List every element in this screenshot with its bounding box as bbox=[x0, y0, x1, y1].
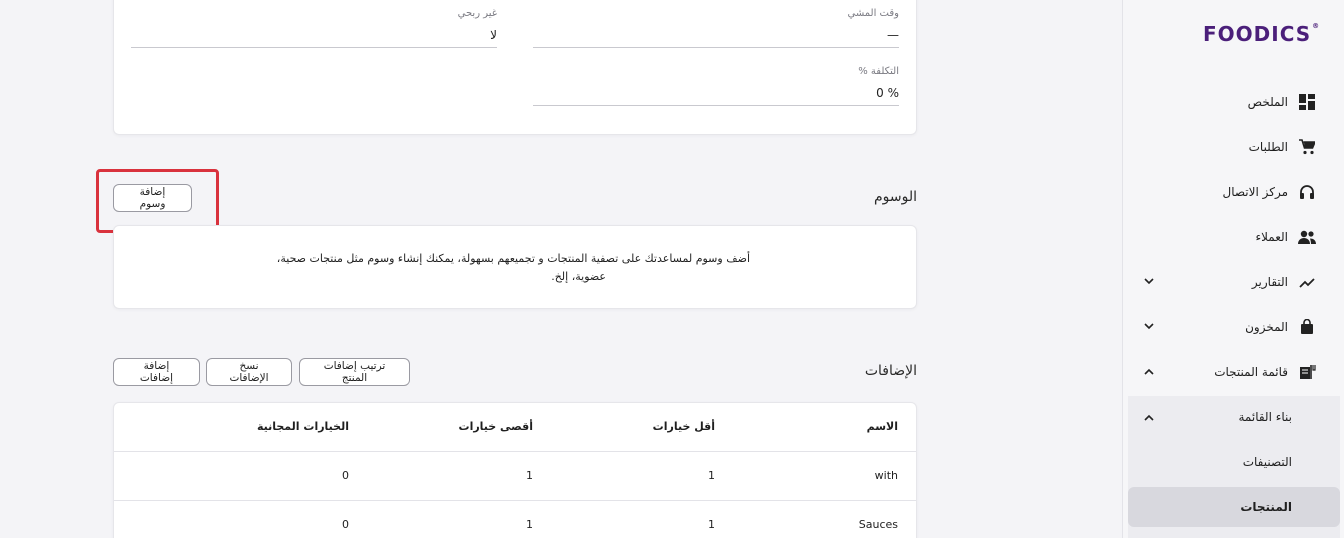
table-row[interactable]: Sauces 1 1 0 bbox=[114, 500, 916, 538]
chart-line-icon bbox=[1298, 273, 1316, 291]
tags-empty-text: أضف وسوم لمساعدتك على تصفية المنتجات و ت… bbox=[276, 252, 750, 283]
sort-modifiers-button[interactable]: ترتيب إضافات المنتج bbox=[299, 358, 410, 386]
cart-icon bbox=[1298, 138, 1316, 156]
table-cell: 1 bbox=[551, 500, 733, 538]
sidebar-group-menu-builder[interactable]: بناء القائمة bbox=[1128, 397, 1340, 437]
product-details-card: وقت المشي — غير ربحي لا التكلفة % 0 % bbox=[113, 0, 917, 135]
non-profit-field[interactable]: لا bbox=[490, 28, 497, 42]
sidebar-item-menu[interactable]: قائمة المنتجات bbox=[1122, 352, 1344, 392]
tags-card: أضف وسوم لمساعدتك على تصفية المنتجات و ت… bbox=[113, 225, 917, 309]
foodics-logo[interactable]: FOODICS® bbox=[1203, 22, 1320, 46]
field-label: غير ربحي bbox=[457, 8, 497, 19]
field-label: التكلفة % bbox=[858, 66, 899, 77]
sidebar-item-reports[interactable]: التقارير bbox=[1122, 262, 1344, 302]
table-cell: 1 bbox=[367, 500, 551, 538]
sidebar-item-label: التقارير bbox=[1251, 275, 1288, 289]
cost-percent-field[interactable]: 0 % bbox=[876, 86, 899, 100]
table-header-row: الاسم أقل خيارات أقصى خيارات الخيارات ال… bbox=[114, 403, 916, 452]
sidebar-item-label: التصنيفات bbox=[1242, 455, 1292, 469]
sidebar-item-categories[interactable]: التصنيفات bbox=[1128, 442, 1340, 482]
modifiers-table: الاسم أقل خيارات أقصى خيارات الخيارات ال… bbox=[114, 403, 916, 538]
field-label: وقت المشي bbox=[847, 8, 899, 19]
chevron-up-icon[interactable] bbox=[1142, 364, 1156, 378]
bag-icon bbox=[1298, 318, 1316, 336]
sidebar-item-label: الطلبات bbox=[1248, 140, 1288, 154]
table-cell: 1 bbox=[551, 451, 733, 501]
headset-icon bbox=[1298, 183, 1316, 201]
add-tags-button[interactable]: إضافة وسوم bbox=[113, 184, 192, 212]
column-header[interactable]: الاسم bbox=[733, 403, 916, 452]
walking-time-field[interactable]: — bbox=[887, 28, 899, 42]
sidebar-item-label: المخزون bbox=[1245, 320, 1288, 334]
modifiers-table-card: الاسم أقل خيارات أقصى خيارات الخيارات ال… bbox=[113, 402, 917, 538]
table-cell: with bbox=[733, 451, 916, 501]
sidebar-item-customers[interactable]: العملاء bbox=[1122, 217, 1344, 257]
people-icon bbox=[1298, 228, 1316, 246]
sidebar-item-label: العملاء bbox=[1255, 230, 1288, 244]
chevron-up-icon[interactable] bbox=[1144, 410, 1154, 424]
sidebar-group-label: بناء القائمة bbox=[1238, 410, 1292, 424]
table-cell: 0 bbox=[114, 451, 367, 501]
add-modifiers-button[interactable]: إضافة إضافات bbox=[113, 358, 200, 386]
sidebar: FOODICS® الملخص الطلبات مركز الاتصال الع… bbox=[1122, 0, 1344, 538]
table-row[interactable]: with 1 1 0 bbox=[114, 451, 916, 501]
column-header[interactable]: الخيارات المجانية bbox=[114, 403, 367, 452]
column-header[interactable]: أقصى خيارات bbox=[367, 403, 551, 452]
sidebar-item-dashboard[interactable]: الملخص bbox=[1122, 82, 1344, 122]
tags-title: الوسوم bbox=[873, 189, 917, 205]
table-cell: 0 bbox=[114, 500, 367, 538]
modifiers-title: الإضافات bbox=[864, 363, 917, 379]
column-header[interactable]: أقل خيارات bbox=[551, 403, 733, 452]
dashboard-icon bbox=[1298, 93, 1316, 111]
field-underline bbox=[131, 47, 497, 48]
field-underline bbox=[533, 47, 899, 48]
sidebar-item-label: قائمة المنتجات bbox=[1214, 365, 1288, 379]
menu-icon bbox=[1298, 363, 1316, 381]
sidebar-item-orders[interactable]: الطلبات bbox=[1122, 127, 1344, 167]
sidebar-item-products[interactable]: المنتجات bbox=[1128, 487, 1340, 527]
sidebar-item-inventory[interactable]: المخزون bbox=[1122, 307, 1344, 347]
sidebar-item-call-center[interactable]: مركز الاتصال bbox=[1122, 172, 1344, 212]
sidebar-item-label: المنتجات bbox=[1240, 500, 1292, 514]
table-cell: 1 bbox=[367, 451, 551, 501]
table-cell: Sauces bbox=[733, 500, 916, 538]
field-underline bbox=[533, 105, 899, 106]
sidebar-item-label: مركز الاتصال bbox=[1222, 185, 1289, 199]
sidebar-item-label: الملخص bbox=[1247, 95, 1288, 109]
copy-modifiers-button[interactable]: نسخ الإضافات bbox=[206, 358, 292, 386]
chevron-down-icon[interactable] bbox=[1142, 319, 1156, 333]
chevron-down-icon[interactable] bbox=[1142, 274, 1156, 288]
